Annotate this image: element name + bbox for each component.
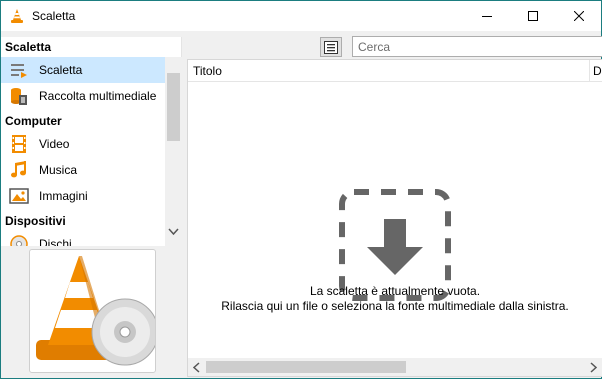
sidebar: Scaletta Scaletta Raccolta multimediale … — [1, 37, 182, 246]
sidebar-item-label: Video — [39, 137, 70, 151]
minimize-icon — [482, 16, 492, 17]
playlist-view[interactable]: Titolo D La scaletta è attualmente vuota… — [187, 59, 602, 377]
scrollbar-thumb[interactable] — [167, 73, 180, 141]
sidebar-item-label: Scaletta — [39, 63, 83, 77]
sidebar-item-raccolta-multimediale[interactable]: Raccolta multimediale — [1, 83, 165, 109]
film-icon — [9, 134, 29, 154]
vlc-art-icon — [36, 256, 159, 366]
playlist-hscrollbar[interactable] — [188, 358, 602, 376]
sidebar-item-scaletta[interactable]: Scaletta — [1, 57, 165, 83]
chevron-left-icon[interactable] — [193, 362, 201, 373]
column-header-titolo[interactable]: Titolo — [193, 64, 222, 78]
media-library-icon — [9, 86, 29, 106]
sidebar-item-label: Immagini — [39, 189, 88, 203]
sidebar-item-musica[interactable]: Musica — [1, 157, 165, 183]
image-icon — [9, 186, 29, 206]
vlc-cone-icon — [11, 9, 23, 23]
vlc-playlist-window: Scaletta Scaletta Scaletta Raccolta mult… — [0, 0, 602, 379]
scrollbar-thumb[interactable] — [206, 361, 406, 373]
maximize-button[interactable] — [510, 1, 556, 31]
close-icon — [574, 11, 584, 21]
disc-icon — [9, 234, 29, 246]
empty-hint: Rilascia qui un file o seleziona la font… — [221, 299, 569, 313]
column-separator[interactable] — [589, 60, 590, 82]
search-input[interactable] — [352, 36, 602, 57]
sidebar-item-label: Dischi — [39, 237, 72, 246]
chevron-down-icon[interactable] — [168, 228, 179, 236]
sidebar-item-immagini[interactable]: Immagini — [1, 183, 165, 209]
sidebar-scrollbar[interactable] — [165, 57, 182, 246]
album-art — [29, 249, 159, 373]
section-heading-computer: Computer — [5, 114, 62, 128]
playlist-view-button[interactable] — [320, 37, 342, 57]
empty-message: La scaletta è attualmente vuota. — [309, 284, 481, 298]
list-view-icon — [324, 40, 338, 54]
sidebar-item-dischi[interactable]: Dischi — [1, 231, 165, 246]
maximize-icon — [528, 11, 538, 21]
sidebar-item-video[interactable]: Video — [1, 131, 165, 157]
minimize-button[interactable] — [464, 1, 510, 31]
chevron-right-icon[interactable] — [589, 362, 597, 373]
window-title: Scaletta — [32, 9, 76, 23]
section-heading-scaletta: Scaletta — [5, 40, 52, 54]
sidebar-item-label: Musica — [39, 163, 78, 177]
close-button[interactable] — [556, 1, 602, 31]
music-note-icon — [9, 160, 29, 180]
playlist-icon — [9, 60, 29, 80]
sidebar-item-label: Raccolta multimediale — [39, 89, 157, 103]
column-header-duration[interactable]: D — [593, 64, 602, 78]
section-heading-dispositivi: Dispositivi — [5, 214, 66, 228]
playlist-header: Titolo D — [188, 60, 602, 82]
